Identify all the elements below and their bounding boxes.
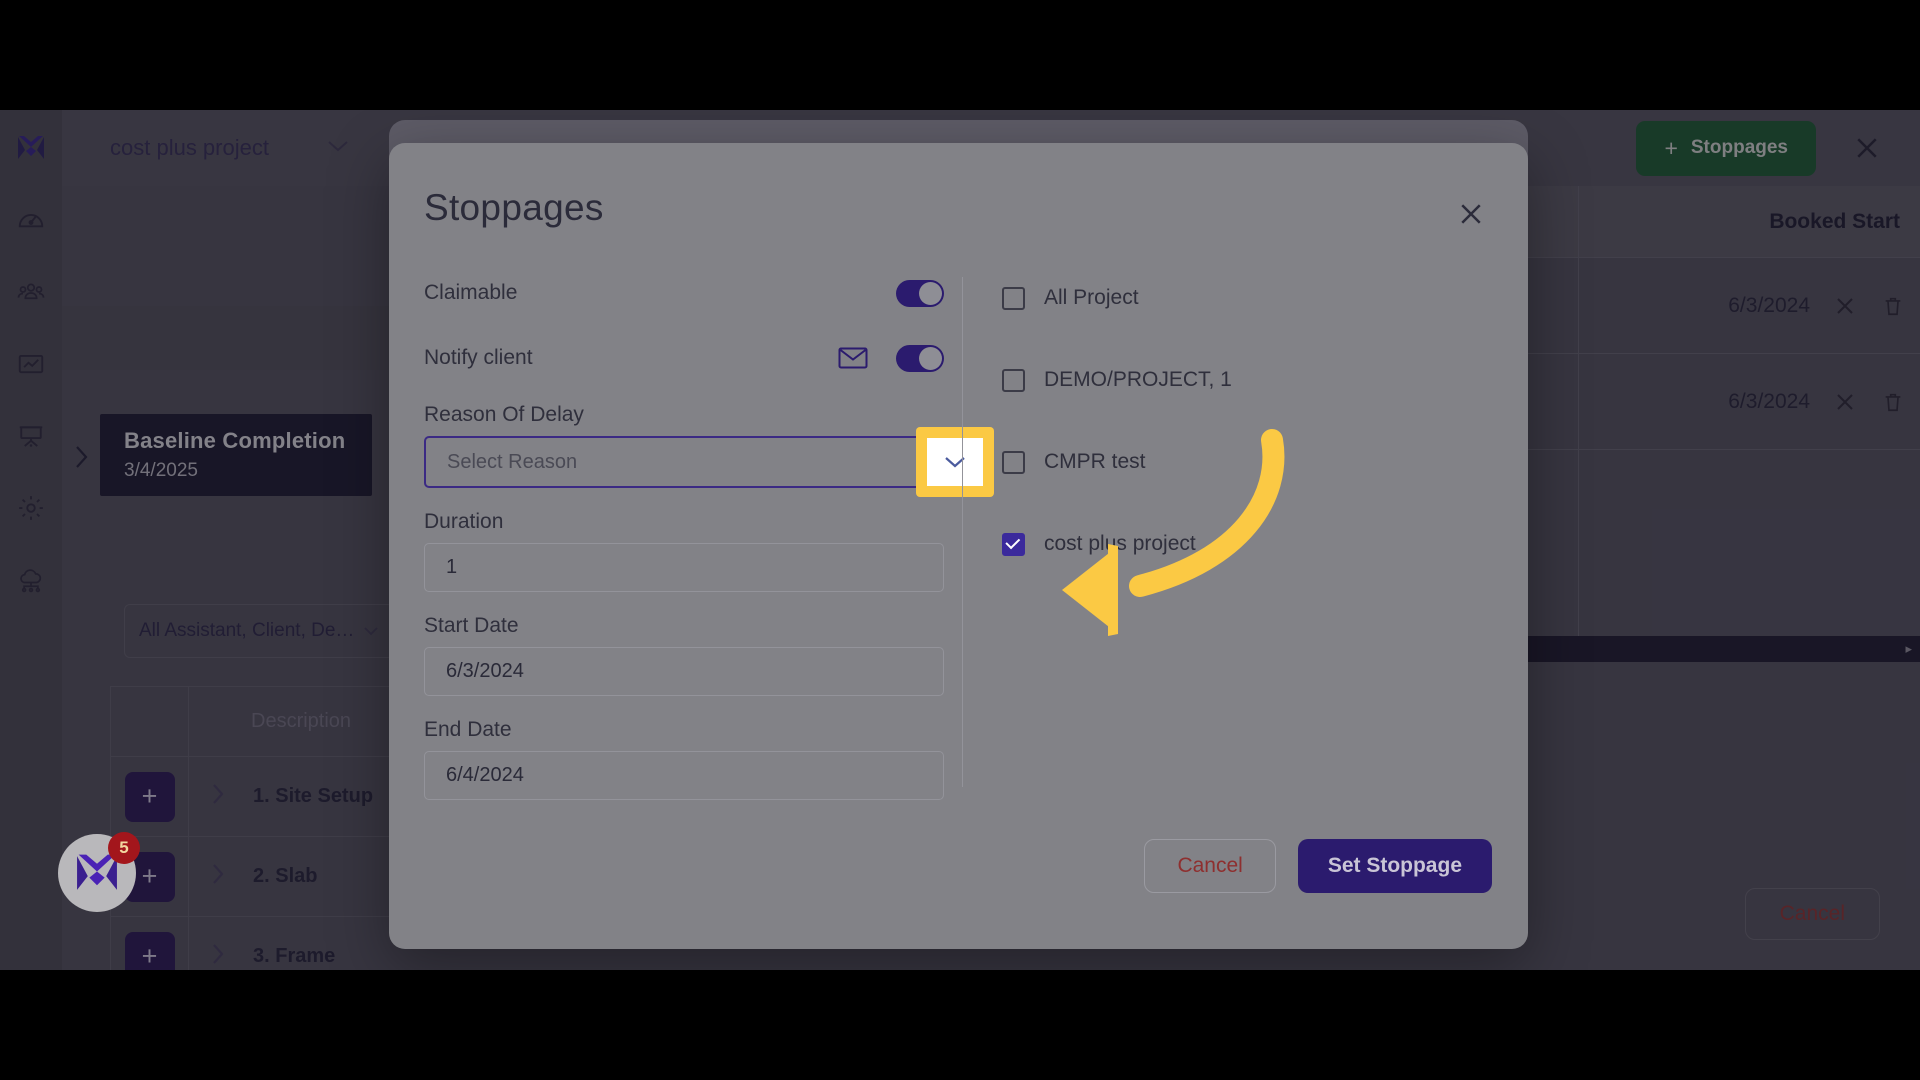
start-date-input[interactable]: 6/3/2024 <box>424 647 944 696</box>
close-x-icon[interactable] <box>1454 197 1488 231</box>
end-date-group: End Date 6/4/2024 <box>424 718 944 800</box>
modal-form-column: Claimable Notify client Reason Of Delay … <box>424 273 994 800</box>
floating-action-widget[interactable]: 5 <box>58 832 140 912</box>
project-checkbox-row[interactable]: All Project <box>1002 278 1472 318</box>
end-date-input[interactable]: 6/4/2024 <box>424 751 944 800</box>
reason-of-delay-group: Reason Of Delay Select Reason <box>424 403 994 497</box>
claimable-label: Claimable <box>424 281 518 304</box>
reason-of-delay-placeholder: Select Reason <box>447 450 578 473</box>
toggle-knob <box>919 346 942 370</box>
project-checkbox-label: DEMO/PROJECT, 1 <box>1044 368 1232 391</box>
reason-of-delay-dropdown-toggle[interactable] <box>927 438 983 486</box>
project-checkbox-label: cost plus project <box>1044 532 1196 555</box>
modal-title: Stoppages <box>424 187 604 228</box>
duration-input[interactable]: 1 <box>424 543 944 592</box>
project-checkbox-label: All Project <box>1044 286 1139 309</box>
end-date-label: End Date <box>424 718 512 741</box>
toggle-knob <box>919 281 942 305</box>
annotation-highlight-box <box>916 427 994 497</box>
notify-client-toggle[interactable] <box>896 344 944 372</box>
modal-cancel-button[interactable]: Cancel <box>1144 839 1276 893</box>
project-checkbox[interactable] <box>1002 532 1025 556</box>
project-checkbox[interactable] <box>1002 286 1025 310</box>
duration-label: Duration <box>424 510 504 533</box>
mail-envelope-icon[interactable] <box>838 346 868 370</box>
stoppages-modal: Stoppages Claimable Notify client Reason… <box>389 143 1528 949</box>
start-date-label: Start Date <box>424 614 519 637</box>
project-checkbox-row[interactable]: CMPR test <box>1002 442 1472 482</box>
reason-of-delay-select[interactable]: Select Reason <box>424 436 944 488</box>
project-checkbox-list: All Project DEMO/PROJECT, 1 CMPR test co… <box>1002 278 1472 606</box>
notify-client-label: Notify client <box>424 346 533 369</box>
project-checkbox[interactable] <box>1002 368 1025 392</box>
claimable-toggle[interactable] <box>896 279 944 307</box>
project-checkbox-row[interactable]: DEMO/PROJECT, 1 <box>1002 360 1472 400</box>
reason-of-delay-label: Reason Of Delay <box>424 403 584 426</box>
claimable-row: Claimable <box>424 273 944 313</box>
project-checkbox-row[interactable]: cost plus project <box>1002 524 1472 564</box>
screenshot-stage: cost plus project + Stoppages Baseline C… <box>0 0 1920 1080</box>
application-window: cost plus project + Stoppages Baseline C… <box>0 110 1920 970</box>
project-checkbox[interactable] <box>1002 450 1025 474</box>
start-date-group: Start Date 6/3/2024 <box>424 614 944 696</box>
project-checkbox-label: CMPR test <box>1044 450 1146 473</box>
modal-vertical-divider <box>962 277 963 787</box>
duration-group: Duration 1 <box>424 510 944 592</box>
notify-client-row: Notify client <box>424 338 944 378</box>
modal-action-bar: Cancel Set Stoppage <box>1144 839 1492 893</box>
notification-badge: 5 <box>108 832 140 864</box>
set-stoppage-button[interactable]: Set Stoppage <box>1297 839 1492 893</box>
